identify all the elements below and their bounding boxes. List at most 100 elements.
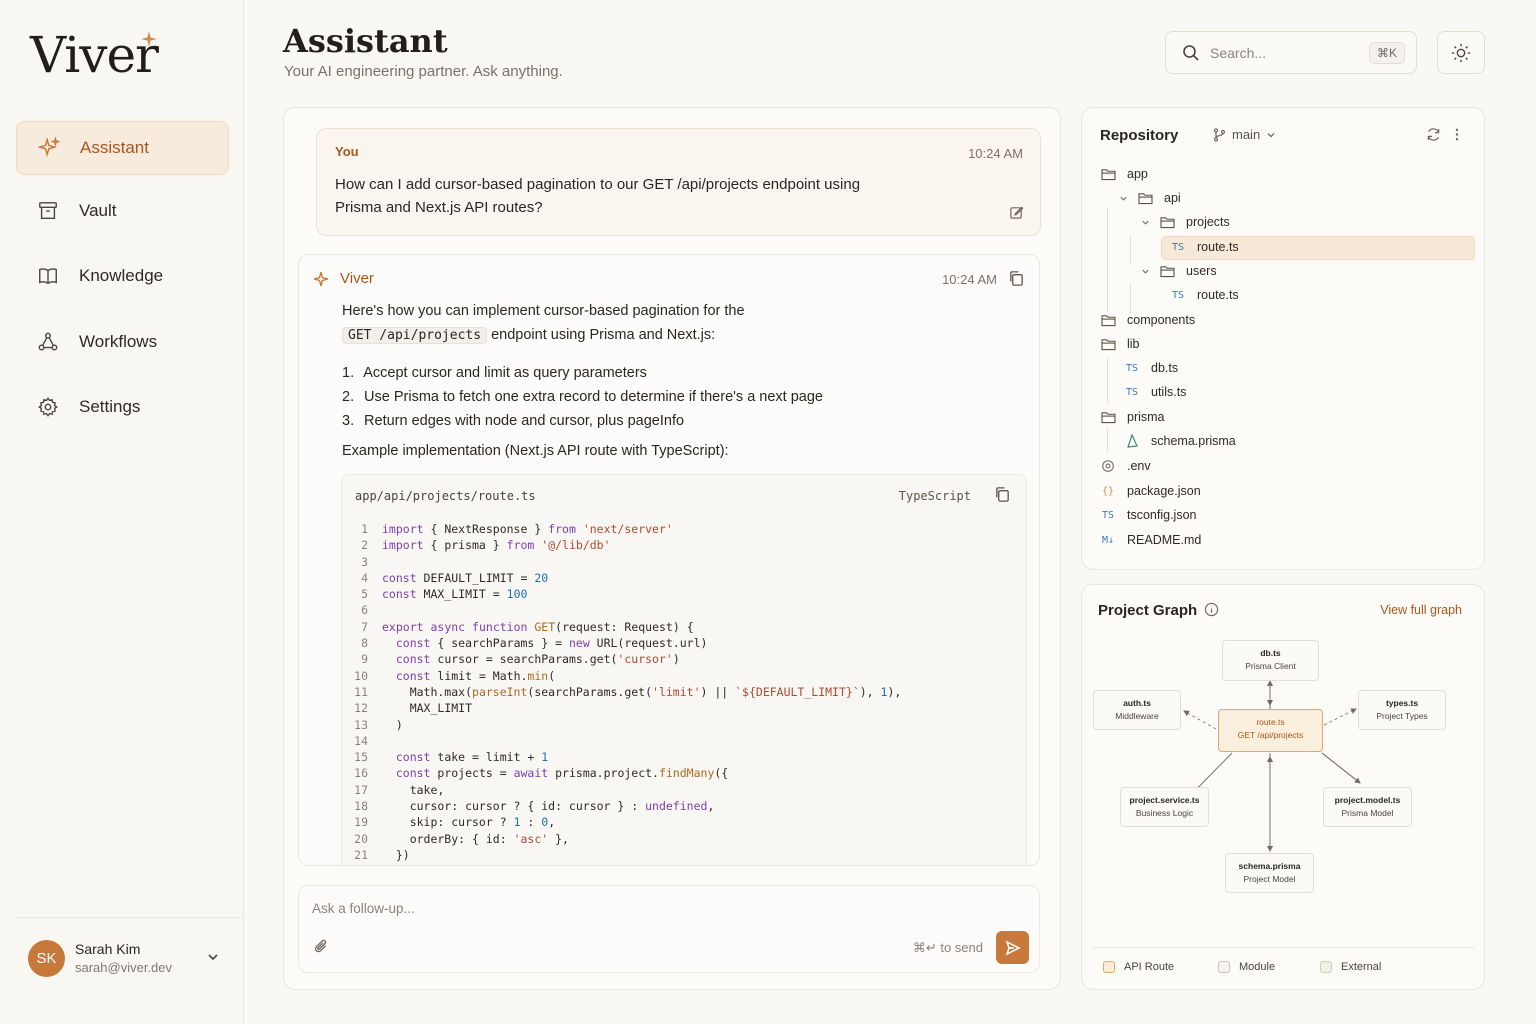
send-button[interactable] xyxy=(996,931,1029,964)
user-message: You 10:24 AM How can I add cursor-based … xyxy=(316,128,1041,236)
code-text: take, xyxy=(382,782,445,797)
graph-node-schema[interactable]: schema.prisma Project Model xyxy=(1225,853,1314,893)
copy-icon[interactable] xyxy=(1008,270,1025,287)
sidebar: Viver Assistant Vault Knowledge Workflow… xyxy=(0,0,244,1024)
search-shortcut: ⌘K xyxy=(1368,42,1405,64)
more-vertical-icon[interactable] xyxy=(1455,127,1459,142)
code-line: 7 export async function GET(request: Requ… xyxy=(342,619,1026,635)
repository-panel: Repository main app api projects TS route.ts… xyxy=(1081,107,1485,570)
edit-icon[interactable] xyxy=(1009,205,1024,220)
user-menu[interactable]: SK Sarah Kim sarah@viver.dev xyxy=(28,938,228,978)
tree-item-label: utils.ts xyxy=(1151,385,1187,399)
prisma-icon xyxy=(1124,434,1140,448)
chevron-down-icon[interactable] xyxy=(1119,194,1131,203)
nav-label: Assistant xyxy=(80,138,149,157)
graph-node-service[interactable]: project.service.ts Business Logic xyxy=(1120,787,1209,827)
tree-item[interactable]: schema.prisma xyxy=(1124,430,1236,452)
graph-node-model[interactable]: project.model.ts Prisma Model xyxy=(1323,787,1412,827)
line-number: 19 xyxy=(354,815,368,830)
graph-node-route[interactable]: route.ts GET /api/projects xyxy=(1218,709,1323,752)
sparkle-icon xyxy=(37,136,61,160)
nav-item-workflows[interactable]: Workflows xyxy=(16,315,229,369)
tree-item[interactable]: prisma xyxy=(1100,406,1165,428)
tree-item-label: package.json xyxy=(1127,484,1201,498)
sidebar-divider xyxy=(16,917,243,918)
composer: ⌘↵ to send xyxy=(298,885,1040,973)
nav-label: Workflows xyxy=(79,332,158,351)
code-text: skip: cursor ? 1 : 0, xyxy=(382,815,556,830)
line-number: 5 xyxy=(361,587,368,602)
code-line: 9 const cursor = searchParams.get('curso… xyxy=(342,651,1026,667)
message-time: 10:24 AM xyxy=(942,272,997,287)
chevron-down-icon[interactable] xyxy=(1141,218,1153,227)
tree-item-label: components xyxy=(1127,313,1196,327)
tree-item[interactable]: components xyxy=(1100,309,1195,331)
gear-icon xyxy=(36,395,60,419)
folder-icon xyxy=(1137,192,1153,205)
folder-icon xyxy=(1100,411,1116,424)
tree-item[interactable]: users xyxy=(1141,260,1217,282)
message-text: Here's how you can implement cursor-base… xyxy=(342,300,1022,348)
search-box[interactable]: ⌘K xyxy=(1165,31,1417,74)
line-number: 10 xyxy=(354,668,368,683)
nav-item-vault[interactable]: Vault xyxy=(16,184,229,238)
tree-item[interactable]: TS route.ts xyxy=(1170,236,1239,258)
graph-node-types[interactable]: types.ts Project Types xyxy=(1358,690,1446,730)
paperclip-icon[interactable] xyxy=(313,938,329,955)
theme-toggle-button[interactable] xyxy=(1437,31,1485,74)
message-author: You xyxy=(335,144,359,159)
line-number: 20 xyxy=(354,831,368,846)
project-graph-panel: Project Graph View full graph db.ts Prism… xyxy=(1081,584,1485,990)
search-input[interactable] xyxy=(1210,44,1360,61)
tree-item[interactable]: TS tsconfig.json xyxy=(1100,504,1197,526)
code-line: 14 xyxy=(342,733,1026,749)
code-line: 11 Math.max(parseInt(searchParams.get('l… xyxy=(342,684,1026,700)
copy-icon[interactable] xyxy=(994,486,1011,503)
nav-item-knowledge[interactable]: Knowledge xyxy=(16,249,229,303)
nav-item-settings[interactable]: Settings xyxy=(16,380,229,434)
line-number: 9 xyxy=(361,652,368,667)
code-text: }) xyxy=(382,847,410,862)
brand-logo[interactable]: Viver xyxy=(30,26,159,84)
tree-item[interactable]: lib xyxy=(1100,333,1140,355)
tree-item-label: .env xyxy=(1127,459,1151,473)
nav-label: Knowledge xyxy=(79,266,164,285)
ts-file-icon: TS xyxy=(1125,362,1139,374)
page-subtitle: Your AI engineering partner. Ask anythin… xyxy=(284,63,563,80)
code-line: 17 take, xyxy=(342,782,1026,798)
search-icon xyxy=(1183,44,1199,61)
tree-item[interactable]: M↓ README.md xyxy=(1100,529,1201,551)
message-time: 10:24 AM xyxy=(968,146,1023,161)
tree-item[interactable]: TS utils.ts xyxy=(1124,381,1186,403)
folder-icon xyxy=(1159,265,1175,278)
folder-icon xyxy=(1159,216,1175,229)
ts-file-icon: TS xyxy=(1125,386,1139,398)
tree-item-label: db.ts xyxy=(1151,361,1179,375)
tree-item[interactable]: TS route.ts xyxy=(1170,284,1239,306)
code-line: 19 skip: cursor ? 1 : 0, xyxy=(342,814,1026,830)
chevron-down-icon[interactable] xyxy=(206,950,220,964)
ts-file-icon: TS xyxy=(1171,289,1185,301)
tree-item[interactable]: projects xyxy=(1141,211,1230,233)
branch-selector[interactable]: main xyxy=(1213,127,1276,142)
code-line: 5 const MAX_LIMIT = 100 xyxy=(342,586,1026,602)
tree-item-label: README.md xyxy=(1127,533,1202,547)
graph-node-auth[interactable]: auth.ts Middleware xyxy=(1093,690,1181,730)
tree-item[interactable]: app xyxy=(1100,163,1148,185)
graph-node-db[interactable]: db.ts Prisma Client xyxy=(1222,640,1319,681)
json-icon: {} xyxy=(1101,485,1115,497)
tree-item[interactable]: TS db.ts xyxy=(1124,357,1178,379)
chevron-down-icon[interactable] xyxy=(1141,267,1153,276)
send-hint: ⌘↵ to send xyxy=(912,940,983,955)
tree-item[interactable]: {} package.json xyxy=(1100,480,1201,502)
user-email: sarah@viver.dev xyxy=(75,959,173,975)
tree-item-label: schema.prisma xyxy=(1151,434,1236,448)
code-filename: app/api/projects/route.ts xyxy=(355,489,536,503)
tree-item[interactable]: api xyxy=(1119,187,1181,209)
tree-item-label: prisma xyxy=(1127,410,1165,424)
tree-item[interactable]: .env xyxy=(1100,455,1151,477)
follow-up-input[interactable] xyxy=(312,901,912,916)
nav-item-assistant[interactable]: Assistant xyxy=(16,121,229,175)
code-text: orderBy: { id: 'asc' }, xyxy=(382,831,569,846)
refresh-icon[interactable] xyxy=(1426,127,1441,142)
